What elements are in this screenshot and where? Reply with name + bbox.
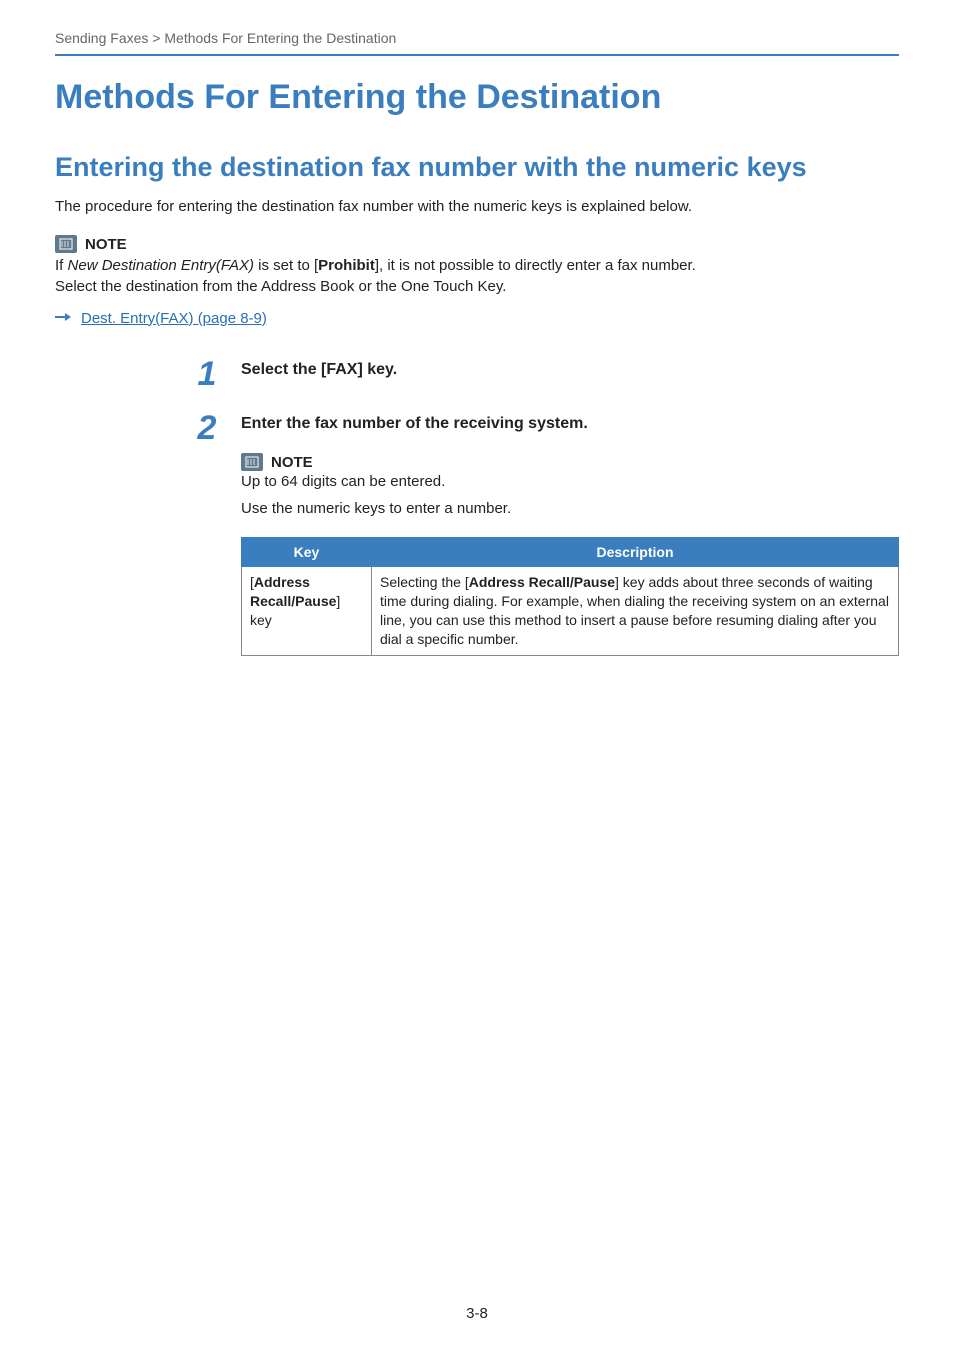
- header-divider: [55, 54, 899, 56]
- cell-text: Selecting the [: [380, 574, 469, 590]
- cross-ref-row: Dest. Entry(FAX) (page 8-9): [55, 309, 899, 327]
- key-description-table: Key Description [Address Recall/Pause] k…: [241, 537, 899, 656]
- step: 2 Enter the fax number of the receiving …: [195, 411, 899, 656]
- cell-bold: Address Recall/Pause: [469, 574, 615, 590]
- section-title: Entering the destination fax number with…: [55, 152, 899, 183]
- note-label: NOTE: [85, 236, 127, 253]
- step: 1 Select the [FAX] key.: [195, 357, 899, 395]
- note-label: NOTE: [271, 454, 313, 471]
- cell-bold-text: Address Recall/Pause: [250, 574, 336, 609]
- note-icon: [55, 235, 77, 253]
- page-title: Methods For Entering the Destination: [55, 78, 899, 117]
- breadcrumb: Sending Faxes > Methods For Entering the…: [55, 30, 899, 46]
- step-number: 1: [195, 357, 219, 391]
- arrow-right-icon: [55, 309, 71, 327]
- table-cell-description: Selecting the [Address Recall/Pause] key…: [372, 567, 899, 656]
- intro-text: The procedure for entering the destinati…: [55, 198, 899, 215]
- breadcrumb-page: Methods For Entering the Destination: [164, 30, 396, 46]
- note-text: Use the numeric keys to enter a number.: [241, 500, 899, 517]
- note-block: NOTE If New Destination Entry(FAX) is se…: [55, 235, 899, 297]
- page-number: 3-8: [0, 1305, 954, 1322]
- step-number: 2: [195, 411, 219, 445]
- note-bold: Prohibit: [318, 257, 375, 274]
- step-title: Enter the fax number of the receiving sy…: [241, 415, 899, 433]
- note-text: If: [55, 257, 68, 274]
- table-row: [Address Recall/Pause] key Selecting the…: [242, 567, 899, 656]
- breadcrumb-section: Sending Faxes: [55, 30, 148, 46]
- breadcrumb-separator: >: [148, 30, 164, 46]
- note-text: ], it is not possible to directly enter …: [375, 257, 696, 274]
- step-title: Select the [FAX] key.: [241, 361, 899, 379]
- note-text: Up to 64 digits can be entered.: [241, 473, 899, 490]
- table-cell-key: [Address Recall/Pause] key: [242, 567, 372, 656]
- note-text: Select the destination from the Address …: [55, 278, 506, 295]
- note-icon: [241, 453, 263, 471]
- table-header: Key: [242, 538, 372, 567]
- note-block: NOTE Up to 64 digits can be entered. Use…: [241, 453, 899, 517]
- note-text: is set to [: [254, 257, 318, 274]
- cell-bold: Address Recall/Pause: [250, 574, 336, 609]
- note-italic: New Destination Entry(FAX): [68, 257, 254, 274]
- cross-ref-link[interactable]: Dest. Entry(FAX) (page 8-9): [81, 310, 267, 327]
- table-header: Description: [372, 538, 899, 567]
- note-body: If New Destination Entry(FAX) is set to …: [55, 255, 899, 297]
